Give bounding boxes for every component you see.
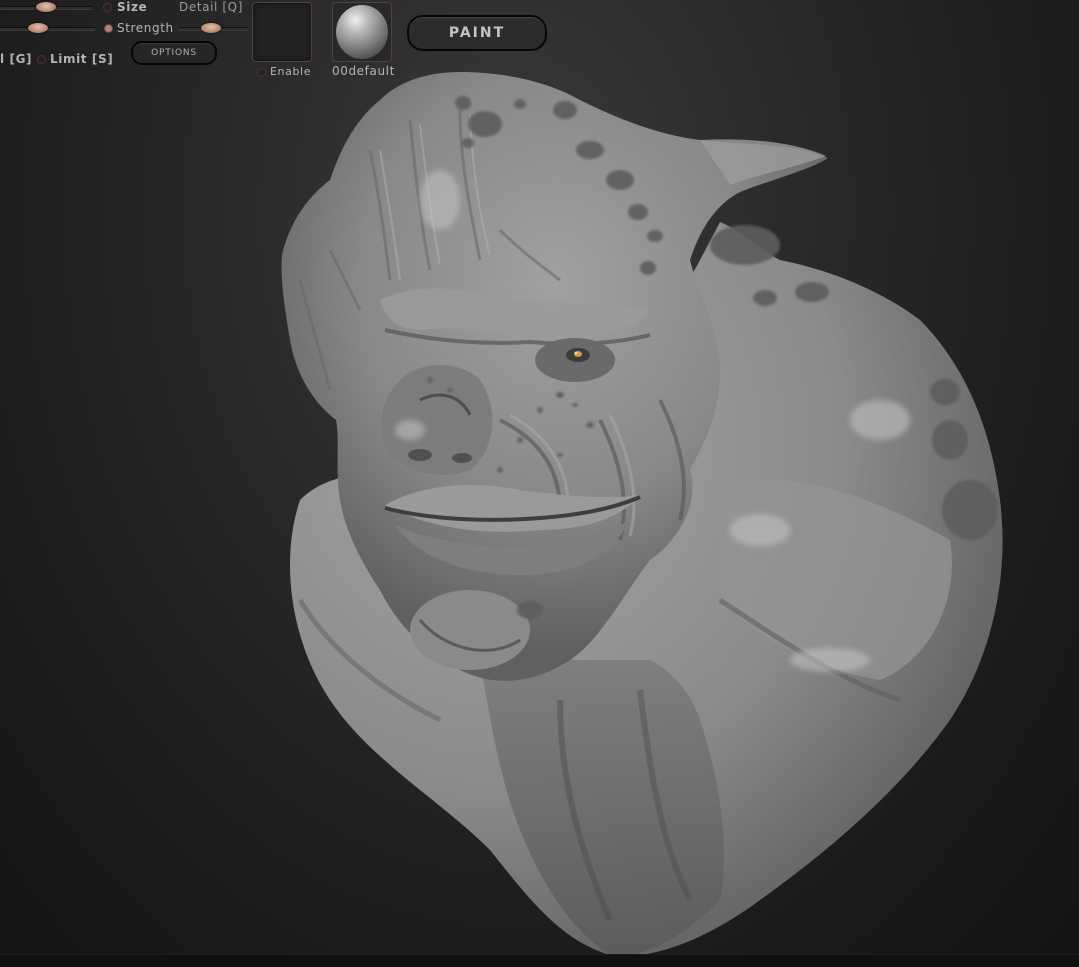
material-label[interactable]: 00default bbox=[332, 64, 395, 78]
enable-indicator-dot[interactable] bbox=[257, 68, 266, 77]
matcap-sphere-icon bbox=[336, 5, 388, 59]
strength-label[interactable]: Strength bbox=[117, 21, 174, 35]
size-slider-thumb[interactable] bbox=[36, 2, 56, 12]
strength-slider-thumb[interactable] bbox=[201, 23, 221, 33]
bottom-bar bbox=[0, 954, 1079, 967]
limit-label[interactable]: Limit [S] bbox=[50, 52, 113, 66]
color-swatch[interactable] bbox=[252, 2, 312, 62]
options-button[interactable]: OPTIONS bbox=[131, 41, 217, 65]
material-preview[interactable] bbox=[332, 2, 392, 62]
limit-indicator-dot[interactable] bbox=[37, 55, 46, 64]
size-label[interactable]: Size bbox=[117, 0, 147, 14]
intensity-slider-thumb[interactable] bbox=[28, 23, 48, 33]
strength-indicator-dot[interactable] bbox=[104, 24, 113, 33]
paint-button[interactable]: PAINT bbox=[407, 15, 547, 51]
size-indicator-dot[interactable] bbox=[103, 3, 112, 12]
sculpt-viewport[interactable]: Size Detail [Q] Strength l [G] Limit [S]… bbox=[0, 0, 1079, 967]
brush-toolbar: Size Detail [Q] Strength l [G] Limit [S]… bbox=[0, 0, 600, 90]
enable-label[interactable]: Enable bbox=[270, 65, 311, 79]
sculpt-mesh[interactable] bbox=[0, 0, 1079, 967]
lazy-g-label[interactable]: l [G] bbox=[0, 52, 32, 66]
detail-label[interactable]: Detail [Q] bbox=[179, 0, 243, 14]
